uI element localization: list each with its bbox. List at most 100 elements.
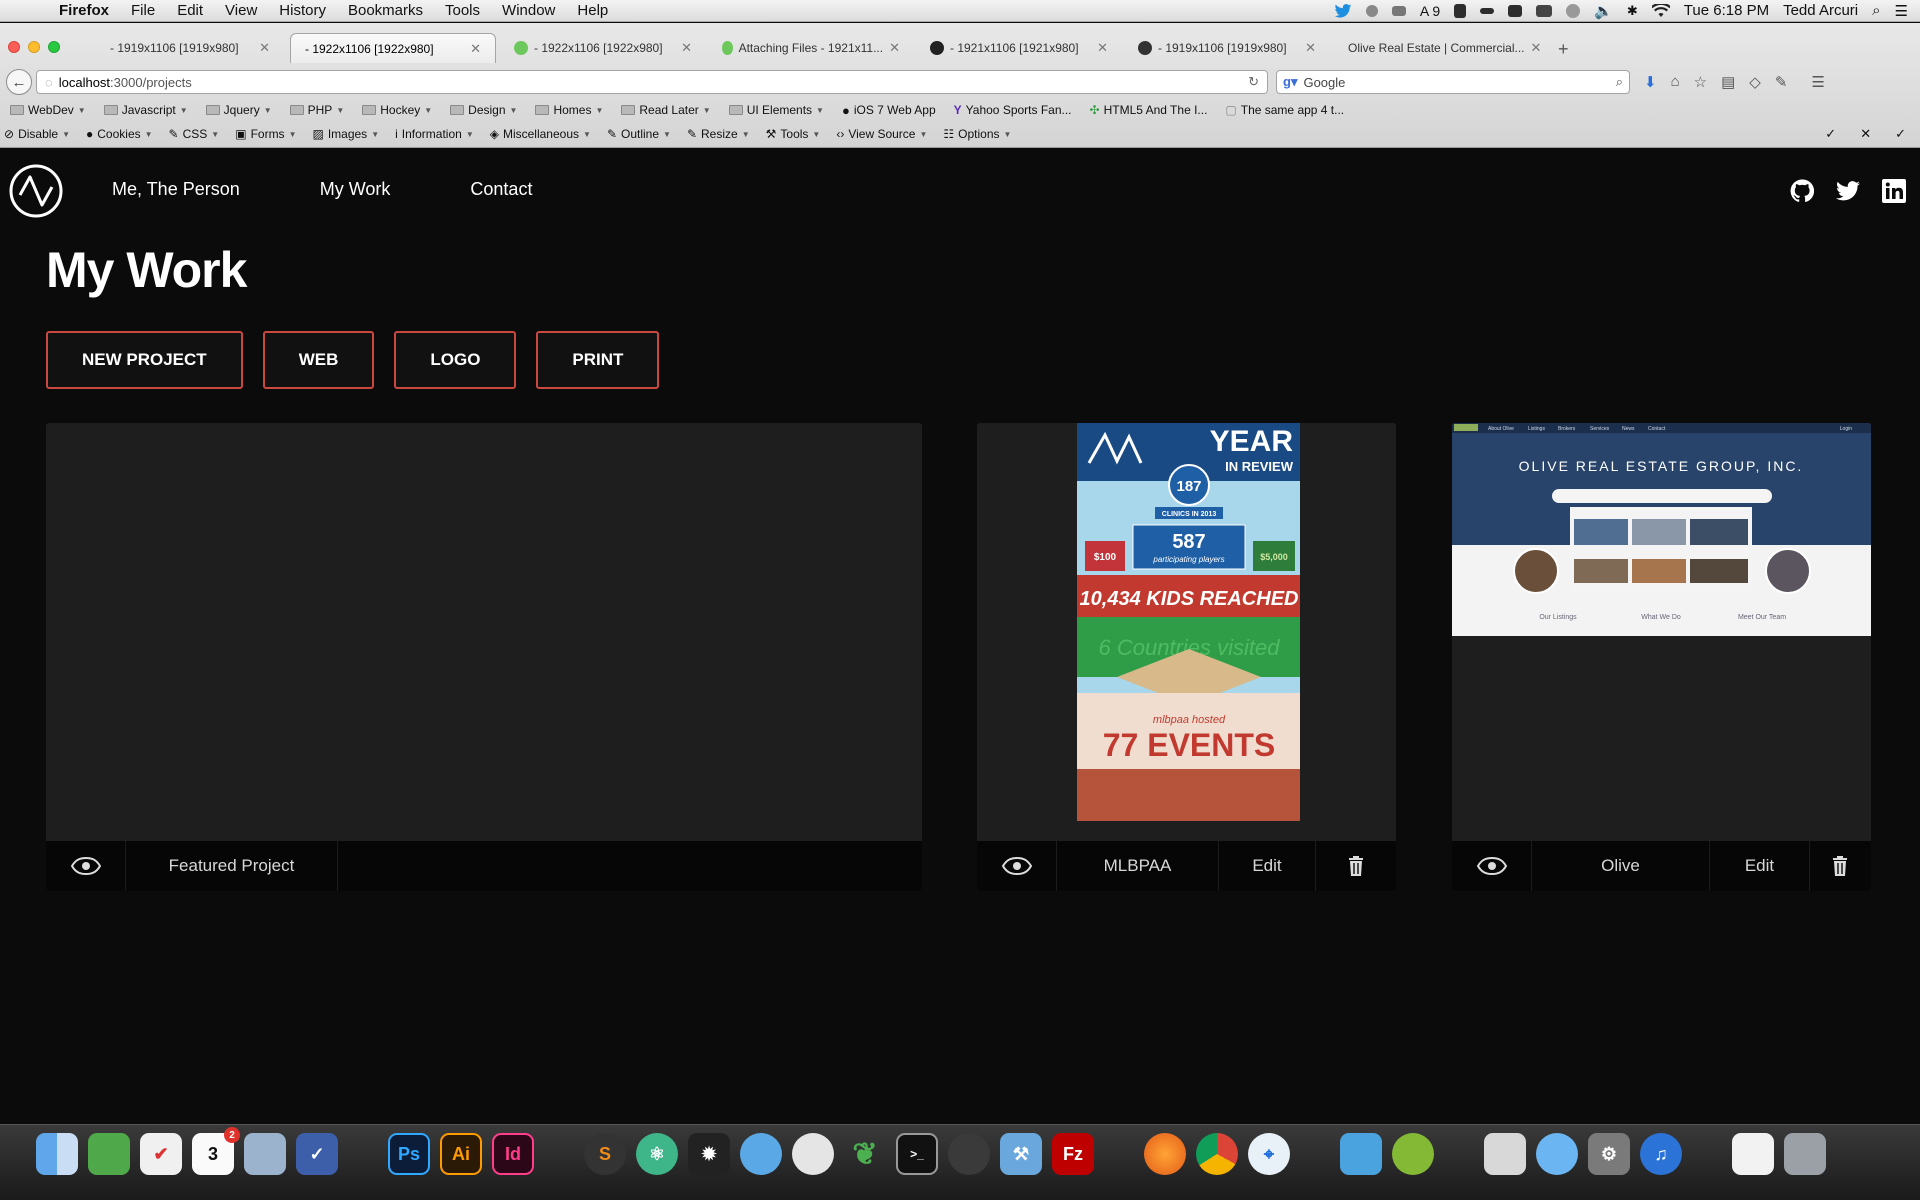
skype-icon[interactable] xyxy=(740,1133,782,1175)
close-icon[interactable]: ✕ xyxy=(1860,126,1871,142)
view-eye-icon[interactable] xyxy=(1452,841,1532,891)
close-tab-icon[interactable]: ✕ xyxy=(1097,40,1108,56)
check-icon[interactable]: ✓ xyxy=(1825,126,1836,142)
bookmark-folder[interactable]: Jquery ▼ xyxy=(205,103,272,117)
nav-my-work[interactable]: My Work xyxy=(320,179,391,200)
bell-status-icon[interactable] xyxy=(1365,4,1378,17)
close-window-button[interactable] xyxy=(8,41,20,53)
wunderlist-icon[interactable]: ✔ xyxy=(140,1133,182,1175)
time-machine-icon[interactable] xyxy=(1566,3,1581,18)
bluetooth-icon[interactable]: ✱ xyxy=(1627,3,1638,19)
battery-status-icon[interactable] xyxy=(1480,7,1495,14)
document-icon[interactable] xyxy=(1732,1133,1774,1175)
filter-web-button[interactable]: WEB xyxy=(262,331,375,389)
devbar-disable[interactable]: ⊘ Disable ▼ xyxy=(4,127,70,141)
firefox-icon[interactable] xyxy=(1144,1133,1186,1175)
close-tab-icon[interactable]: ✕ xyxy=(470,41,481,57)
preview-icon[interactable] xyxy=(1484,1133,1526,1175)
back-arrow-icon[interactable]: ← xyxy=(6,69,32,95)
menu-tools[interactable]: Tools xyxy=(434,2,491,19)
finder-icon[interactable] xyxy=(36,1133,78,1175)
bookmark-folder[interactable]: WebDev ▼ xyxy=(10,103,86,117)
new-project-button[interactable]: NEW PROJECT xyxy=(46,331,243,389)
leaf-icon[interactable]: ❦ xyxy=(844,1133,886,1175)
settings-gear-icon[interactable]: ✹ xyxy=(688,1133,730,1175)
chrome-icon[interactable] xyxy=(1196,1133,1238,1175)
reload-icon[interactable]: ↻ xyxy=(1248,74,1259,90)
devbar-miscellaneous[interactable]: ◈ Miscellaneous ▼ xyxy=(490,127,591,141)
download-icon[interactable]: ⬇ xyxy=(1644,73,1657,91)
menu-bookmarks[interactable]: Bookmarks xyxy=(337,2,434,19)
devbar-images[interactable]: ▨ Images ▼ xyxy=(312,127,379,141)
spotify-icon[interactable] xyxy=(1392,1133,1434,1175)
delete-trash-icon[interactable] xyxy=(1810,841,1870,891)
messages-icon[interactable] xyxy=(1536,1133,1578,1175)
menu-window[interactable]: Window xyxy=(491,2,566,19)
terminal-icon[interactable]: >_ xyxy=(896,1133,938,1175)
atom-icon[interactable]: ⚛ xyxy=(636,1133,678,1175)
volume-icon[interactable]: 🔈 xyxy=(1594,2,1613,20)
calendar-icon[interactable]: 32 xyxy=(192,1127,240,1175)
tab-2-active[interactable]: - 1922x1106 [1922x980] ✕ xyxy=(290,33,496,63)
bookmark-folder[interactable]: Hockey ▼ xyxy=(362,103,432,117)
spotlight-icon[interactable]: ⌕ xyxy=(1872,2,1880,19)
extension-icon[interactable]: ✎ xyxy=(1775,73,1788,91)
project-card-olive[interactable]: About Olive Listings Brokers Services Ne… xyxy=(1452,423,1871,891)
bookmark-folder[interactable]: Homes ▼ xyxy=(535,103,603,117)
nav-me-the-person[interactable]: Me, The Person xyxy=(112,179,240,200)
search-icon[interactable]: ⌕ xyxy=(1616,74,1623,90)
project-card-mlbpaa[interactable]: YEAR IN REVIEW 187 CLINICS IN 2013 587 p… xyxy=(977,423,1396,891)
close-tab-icon[interactable]: ✕ xyxy=(1531,40,1540,56)
minimize-window-button[interactable] xyxy=(28,41,40,53)
ical-tasks-icon[interactable]: ✓ xyxy=(296,1133,338,1175)
close-tab-icon[interactable]: ✕ xyxy=(889,40,900,56)
bookmark-link[interactable]: ✣ HTML5 And The I... xyxy=(1090,103,1208,117)
devbar-view-source[interactable]: ‹› View Source ▼ xyxy=(836,127,927,141)
site-logo-icon[interactable] xyxy=(8,163,64,219)
sublime-icon[interactable]: S xyxy=(584,1133,626,1175)
devbar-resize[interactable]: ✎ Resize ▼ xyxy=(687,127,750,141)
menu-hamburger-icon[interactable]: ☰ xyxy=(1811,73,1824,91)
user-name[interactable]: Tedd Arcuri xyxy=(1783,2,1858,19)
devbar-css[interactable]: ✎ CSS ▼ xyxy=(169,127,220,141)
clock[interactable]: Tue 6:18 PM xyxy=(1684,2,1769,19)
filter-print-button[interactable]: PRINT xyxy=(536,331,660,389)
view-eye-icon[interactable] xyxy=(977,841,1057,891)
close-tab-icon[interactable]: ✕ xyxy=(259,40,270,56)
url-bar[interactable]: ◌ localhost:3000/projects ↻ xyxy=(36,70,1268,94)
tab-6[interactable]: - 1919x1106 [1919x980] ✕ xyxy=(1124,33,1330,63)
filezilla-icon[interactable]: Fz xyxy=(1052,1133,1094,1175)
bookmark-link[interactable]: ▢ The same app 4 t... xyxy=(1225,103,1344,117)
tab-5[interactable]: - 1921x1106 [1921x980] ✕ xyxy=(916,33,1122,63)
close-tab-icon[interactable]: ✕ xyxy=(681,40,692,56)
octocat-icon[interactable] xyxy=(948,1133,990,1175)
tab-3[interactable]: - 1922x1106 [1922x980] ✕ xyxy=(500,33,706,63)
bookmark-link[interactable]: ● iOS 7 Web App xyxy=(842,103,936,118)
google-icon[interactable]: g▾ xyxy=(1283,74,1297,90)
sequel-pro-icon[interactable] xyxy=(792,1133,834,1175)
dropbox-status-icon[interactable] xyxy=(1508,4,1523,17)
menu-view[interactable]: View xyxy=(214,2,268,19)
twitter-status-icon[interactable] xyxy=(1334,3,1352,18)
edit-button[interactable]: Edit xyxy=(1219,841,1316,891)
menu-help[interactable]: Help xyxy=(566,2,619,19)
reader-icon[interactable]: ▤ xyxy=(1721,73,1735,91)
linkedin-icon[interactable] xyxy=(1882,179,1906,203)
bookmark-folder[interactable]: Design ▼ xyxy=(450,103,517,117)
bookmark-link[interactable]: Y Yahoo Sports Fan... xyxy=(954,103,1072,117)
mail-bird-icon[interactable] xyxy=(244,1133,286,1175)
itunes-icon[interactable]: ♫ xyxy=(1640,1133,1682,1175)
devbar-options[interactable]: ☷ Options ▼ xyxy=(943,127,1011,141)
check-icon[interactable]: ✓ xyxy=(1895,126,1906,142)
pocket-icon[interactable]: ◇ xyxy=(1749,73,1761,91)
bookmark-folder[interactable]: Read Later ▼ xyxy=(621,103,711,117)
close-tab-icon[interactable]: ✕ xyxy=(1305,40,1316,56)
devbar-tools[interactable]: ⚒ Tools ▼ xyxy=(766,127,821,141)
filter-logo-button[interactable]: LOGO xyxy=(394,331,517,389)
devbar-cookies[interactable]: ● Cookies ▼ xyxy=(86,127,153,141)
nav-contact[interactable]: Contact xyxy=(470,179,532,200)
wifi-icon[interactable] xyxy=(1651,3,1670,18)
evernote-icon[interactable] xyxy=(88,1133,130,1175)
new-tab-plus-icon[interactable]: + xyxy=(1558,39,1569,60)
airplay-status-icon[interactable] xyxy=(1536,4,1553,17)
